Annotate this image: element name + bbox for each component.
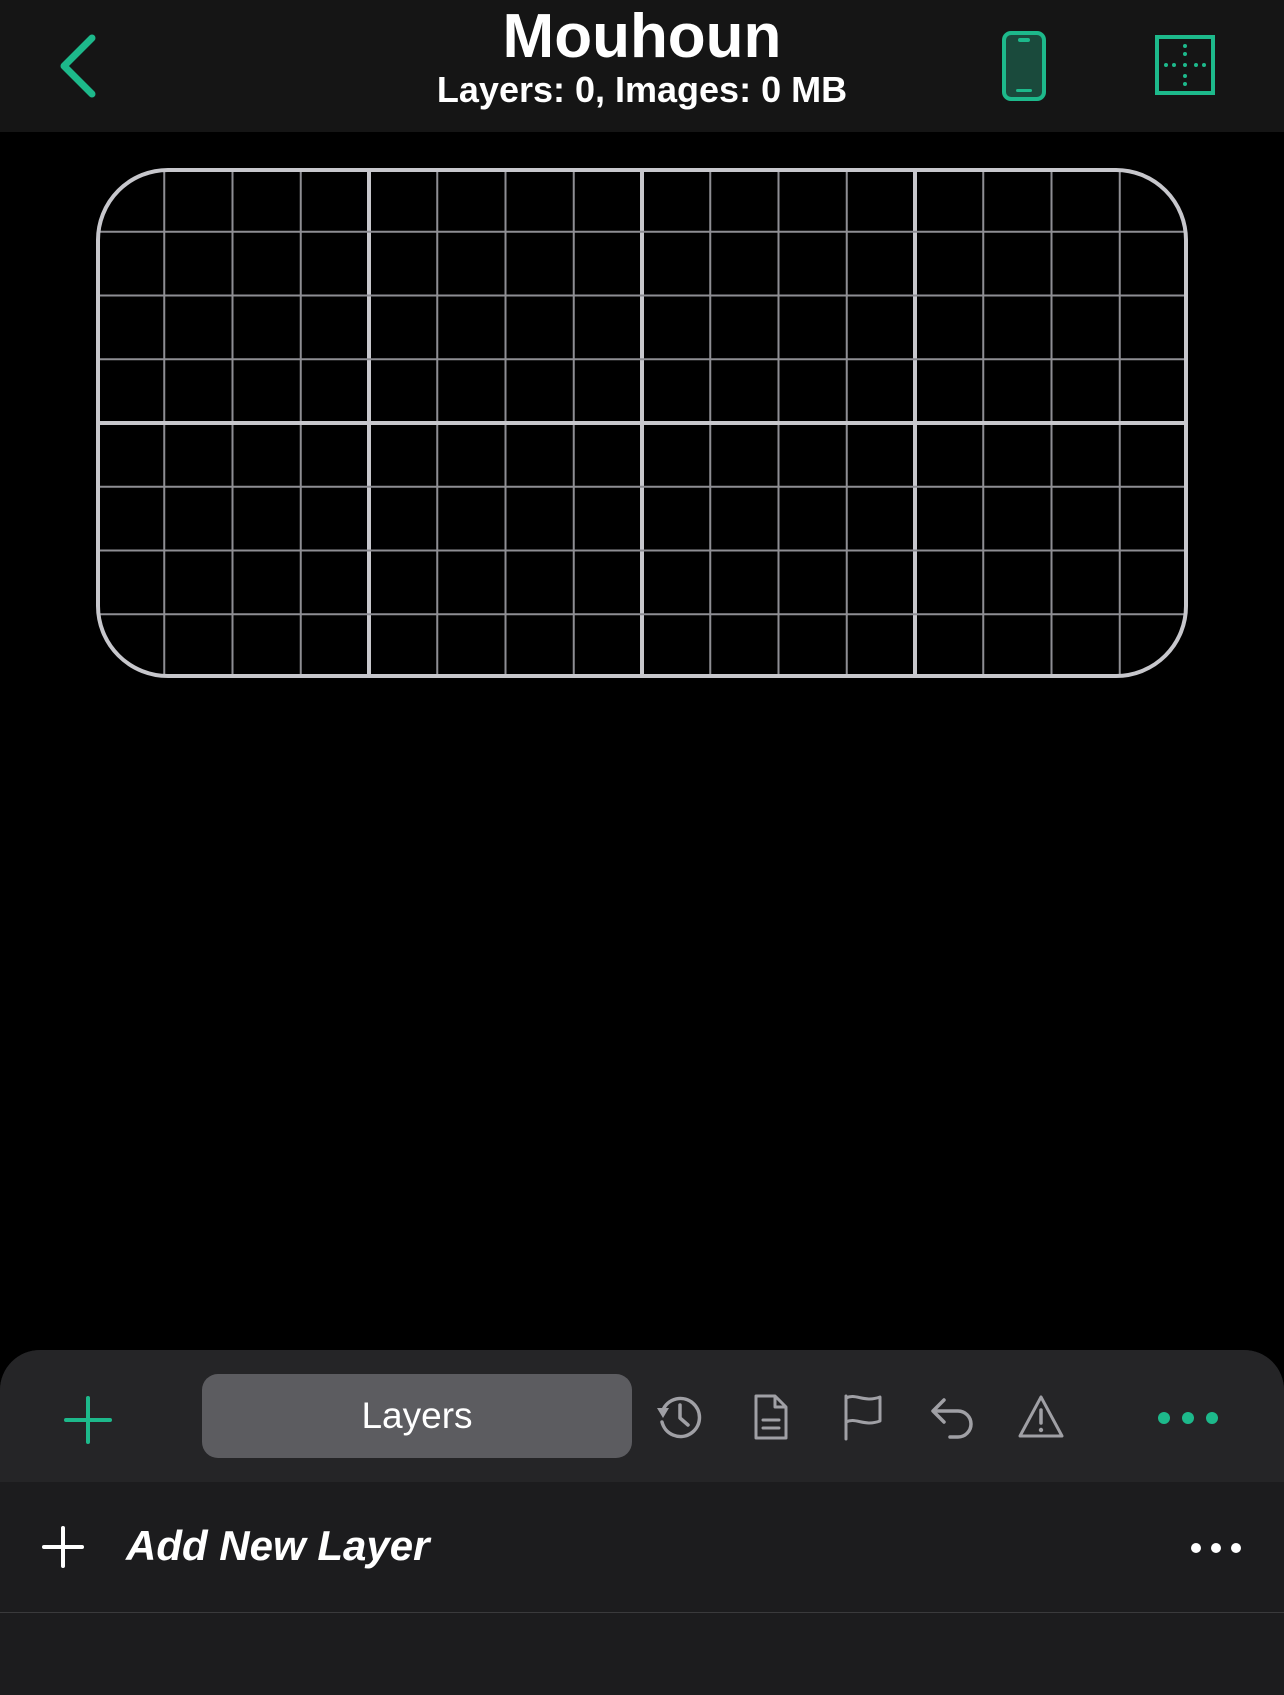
grid-toggle-icon (1155, 35, 1215, 95)
page-title: Mouhoun (502, 2, 782, 71)
device-preview-button[interactable] (1000, 30, 1054, 104)
phone-icon (1002, 31, 1046, 101)
app-window: Mouhoun Layers: 0, Images: 0 MB Layers A… (0, 0, 1284, 1695)
tab-layers[interactable]: Layers (202, 1374, 632, 1458)
more-dots-icon (1191, 1543, 1241, 1553)
add-layer-plus-icon (42, 1526, 84, 1568)
more-dots-icon (1158, 1412, 1218, 1424)
more-options-button[interactable] (1156, 1406, 1220, 1430)
undo-icon (931, 1398, 973, 1439)
history-button[interactable] (654, 1392, 704, 1442)
page-subtitle: Layers: 0, Images: 0 MB (436, 69, 848, 110)
layout-grid-canvas[interactable] (96, 168, 1188, 678)
history-icon (657, 1396, 702, 1439)
navigation-header: Mouhoun Layers: 0, Images: 0 MB (0, 0, 1284, 132)
grid-toggle-button[interactable] (1154, 34, 1218, 98)
document-icon (754, 1394, 788, 1440)
plus-icon (64, 1396, 112, 1444)
add-button[interactable] (64, 1396, 112, 1444)
flag-button[interactable] (838, 1392, 888, 1442)
add-new-layer-row[interactable]: Add New Layer (0, 1482, 1284, 1613)
layout-grid (96, 168, 1188, 678)
warnings-button[interactable] (1016, 1392, 1066, 1442)
document-button[interactable] (746, 1392, 796, 1442)
add-new-layer-label: Add New Layer (126, 1522, 430, 1569)
flag-icon (844, 1394, 882, 1441)
warning-icon (1018, 1395, 1064, 1438)
layer-more-button[interactable] (1190, 1538, 1242, 1558)
bottom-panel: Layers Add New Layer (0, 1350, 1284, 1695)
panel-toolbar: Layers (0, 1350, 1284, 1482)
undo-button[interactable] (928, 1392, 978, 1442)
